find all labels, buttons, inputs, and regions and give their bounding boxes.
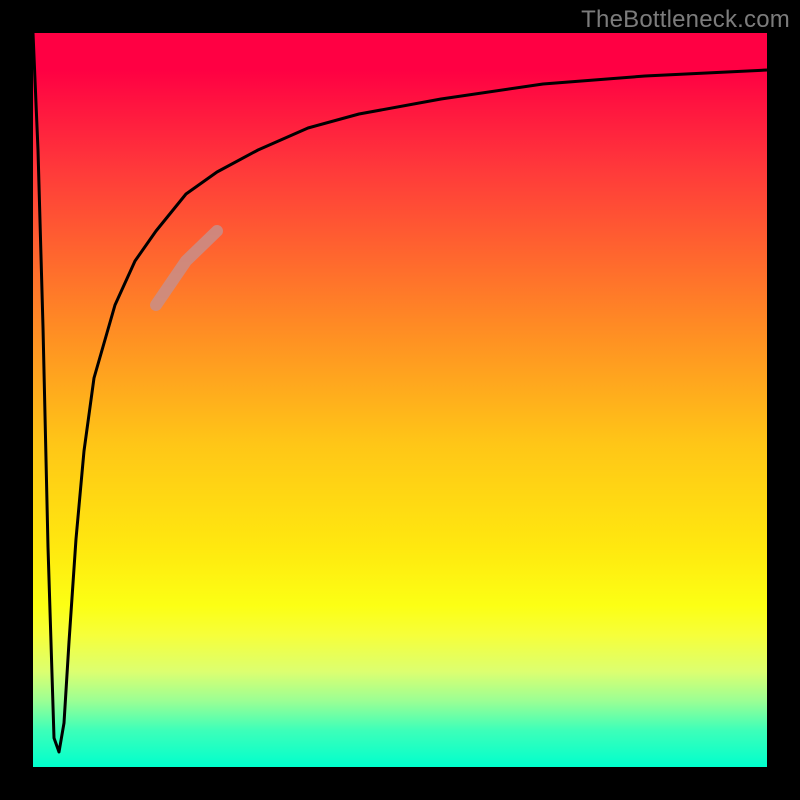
- curve-layer: [33, 33, 767, 767]
- watermark-text: TheBottleneck.com: [581, 6, 790, 34]
- chart-frame: TheBottleneck.com: [0, 0, 800, 800]
- plot-area: [33, 33, 767, 767]
- highlight-segment: [156, 231, 217, 305]
- bottleneck-curve: [33, 33, 767, 752]
